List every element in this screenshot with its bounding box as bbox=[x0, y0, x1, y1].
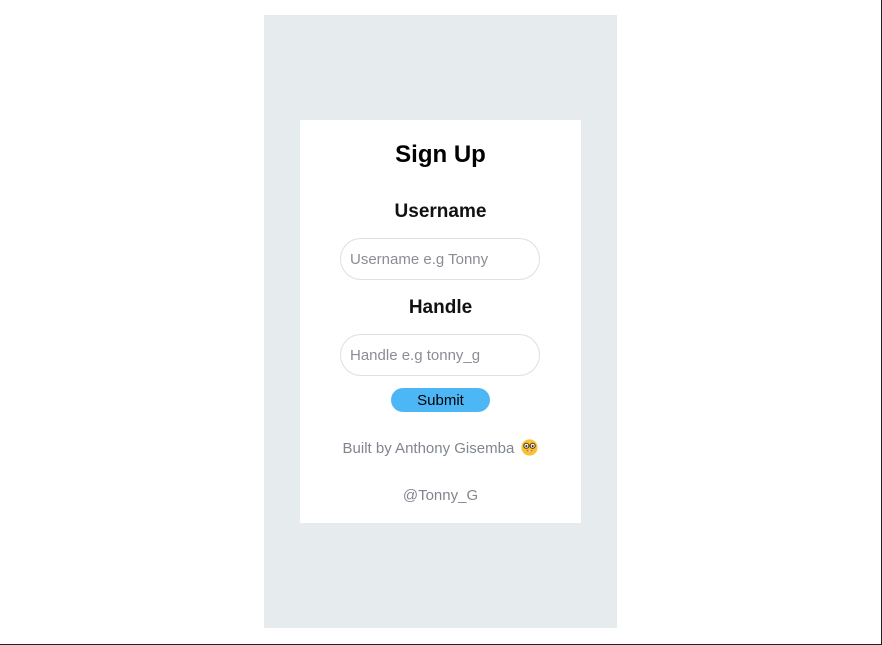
browser-viewport: Sign Up Username Handle Submit Built by … bbox=[0, 0, 882, 645]
username-input[interactable] bbox=[340, 238, 540, 280]
page-title: Sign Up bbox=[395, 141, 486, 168]
signup-card: Sign Up Username Handle Submit Built by … bbox=[300, 120, 581, 523]
handle-input[interactable] bbox=[340, 334, 540, 376]
nerd-face-icon bbox=[521, 439, 539, 460]
handle-label: Handle bbox=[408, 297, 473, 318]
credit-text: Built by Anthony Gisemba bbox=[342, 440, 515, 457]
username-label: Username bbox=[394, 201, 487, 222]
app-container: Sign Up Username Handle Submit Built by … bbox=[264, 15, 617, 628]
credit-line: Built by Anthony Gisemba bbox=[300, 439, 581, 460]
submit-button[interactable]: Submit bbox=[391, 388, 490, 412]
author-handle-link[interactable]: @Tonny_G bbox=[300, 487, 581, 504]
